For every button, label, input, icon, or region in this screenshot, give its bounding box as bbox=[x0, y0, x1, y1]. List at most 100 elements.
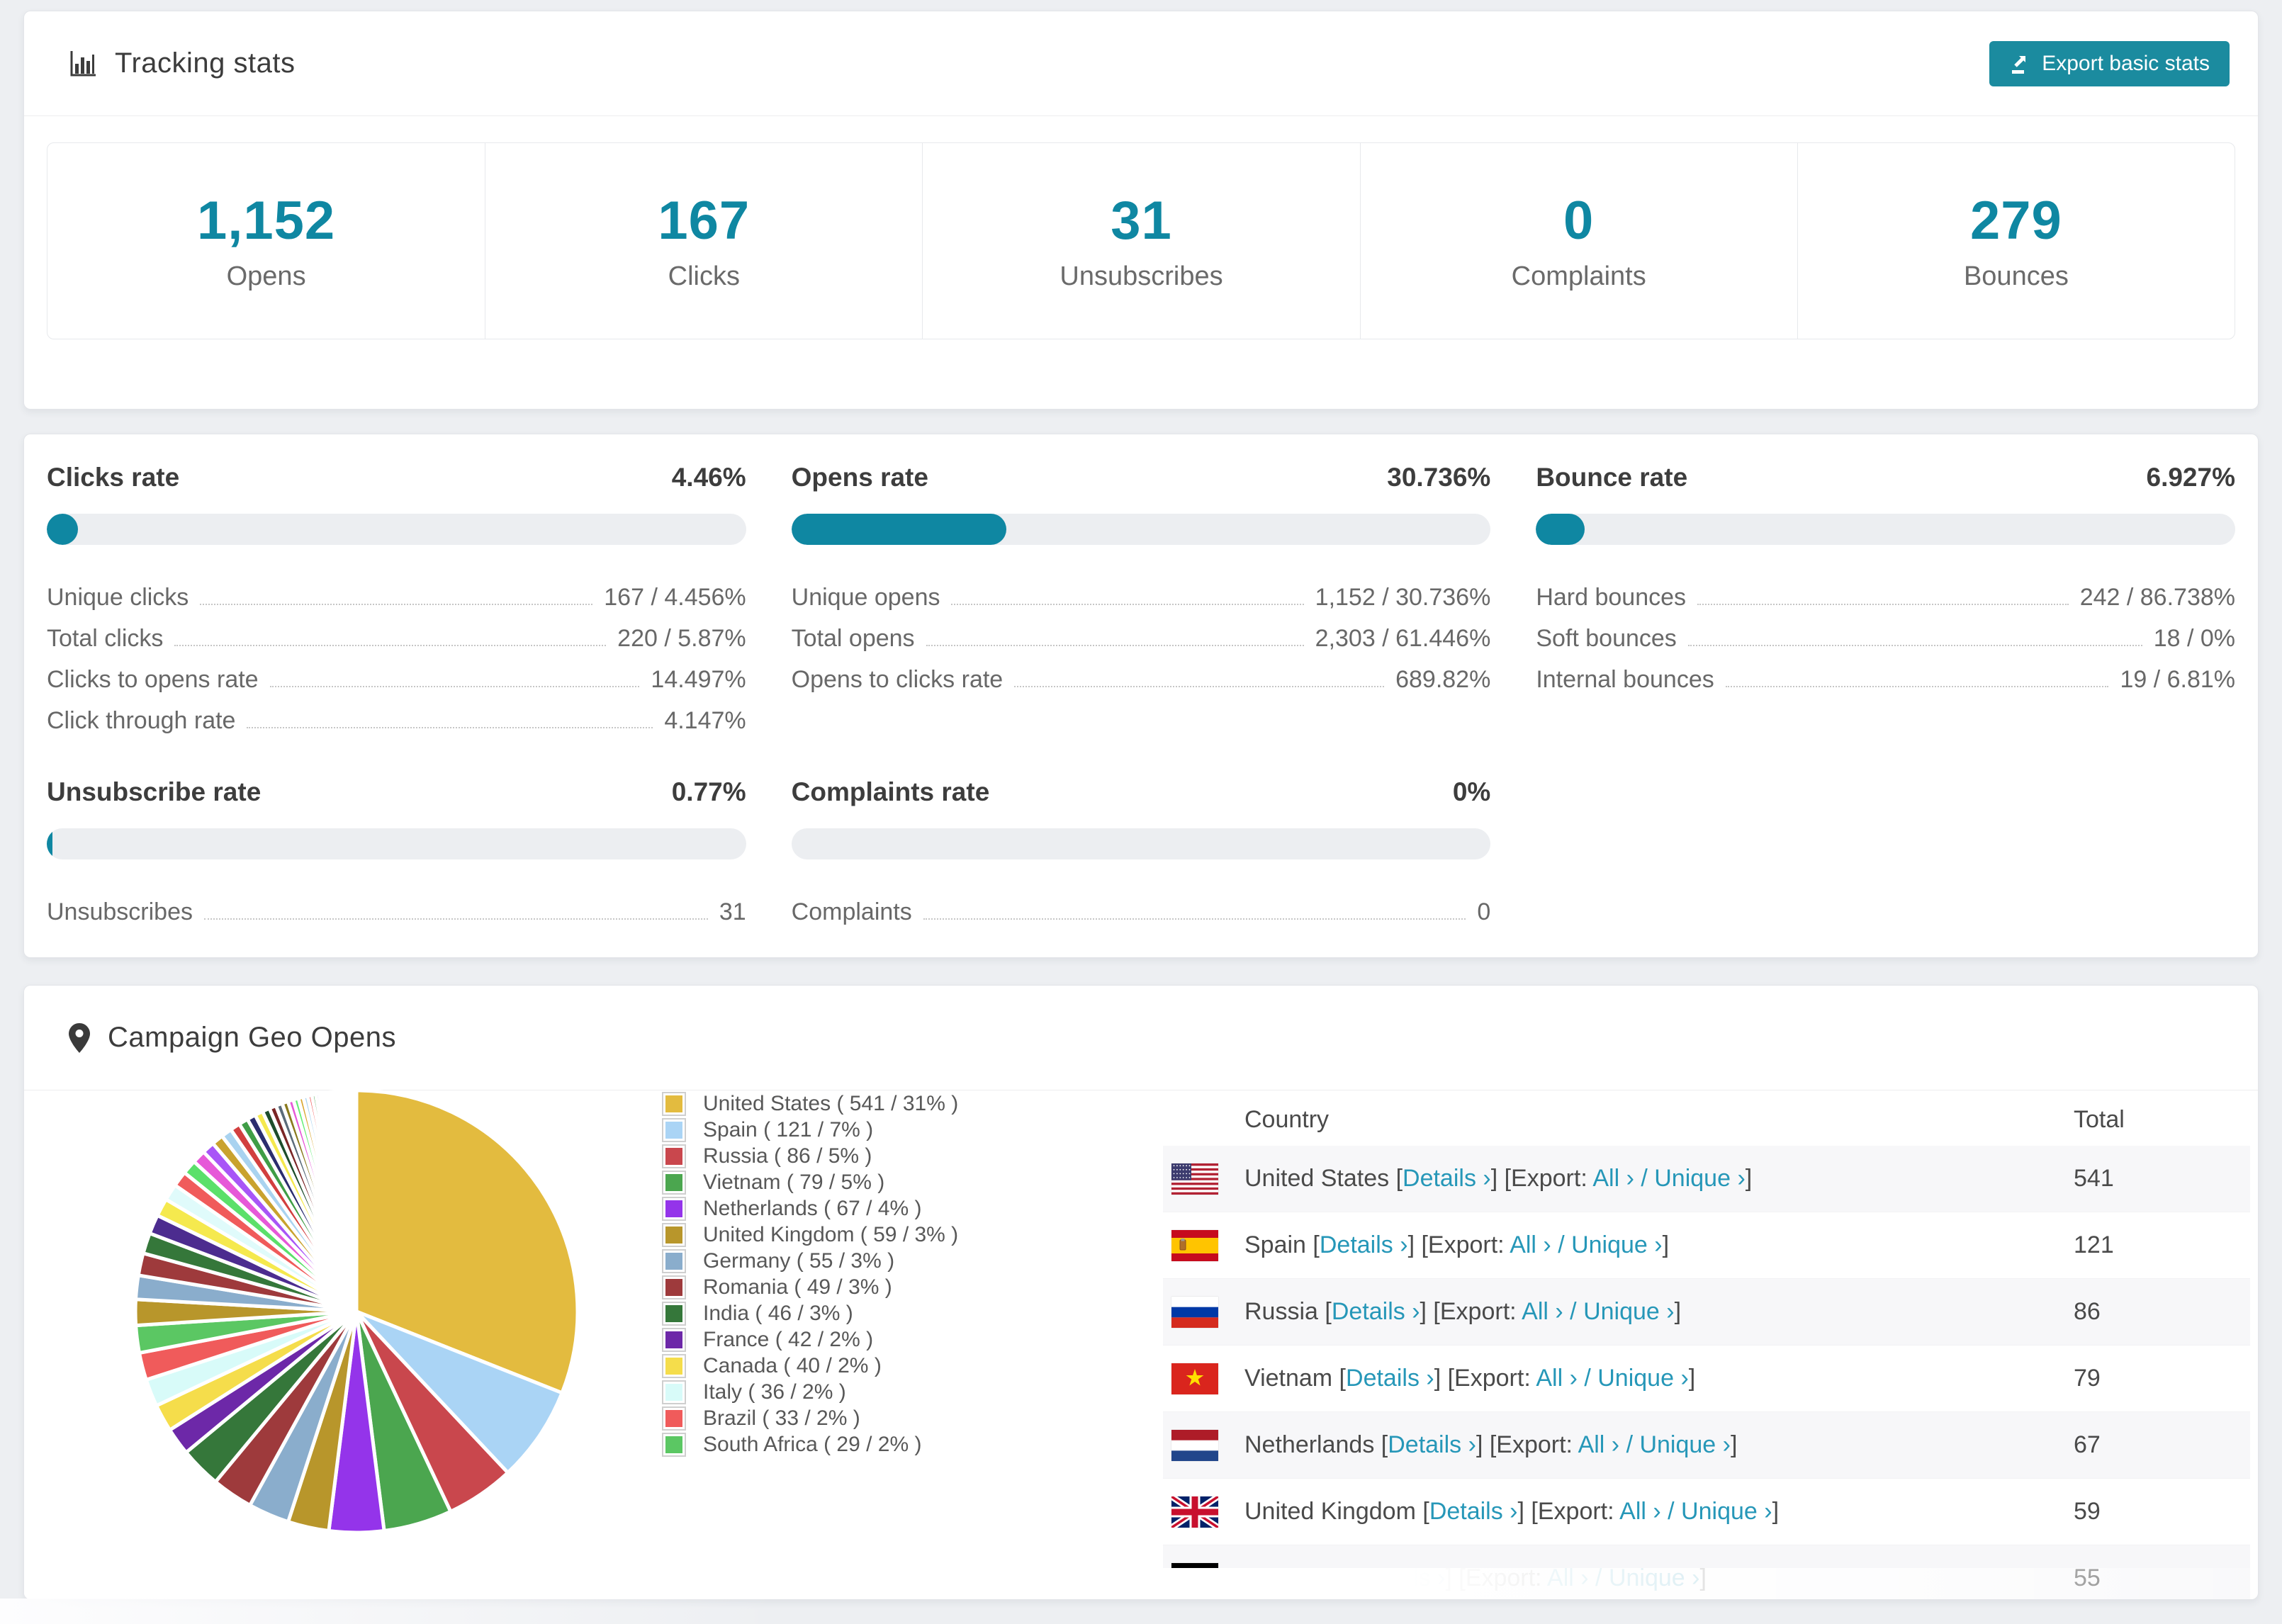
export-unique-link[interactable]: Unique › bbox=[1571, 1231, 1663, 1258]
country-name: Russia [ bbox=[1244, 1298, 1332, 1325]
legend-label: Romania ( 49 / 3% ) bbox=[703, 1275, 892, 1299]
summary-label: Opens bbox=[226, 261, 306, 291]
rate-stat-row: Opens to clicks rate 689.82% bbox=[792, 653, 1491, 694]
legend-label: United States ( 541 / 31% ) bbox=[703, 1091, 959, 1115]
legend-swatch bbox=[662, 1432, 686, 1457]
summary-label: Complaints bbox=[1511, 261, 1646, 291]
country-name: Vietnam [ bbox=[1244, 1365, 1347, 1392]
summary-value: 1,152 bbox=[197, 191, 336, 251]
export-all-link[interactable]: All › bbox=[1522, 1298, 1563, 1325]
legend-swatch bbox=[662, 1275, 686, 1299]
export-unique-link[interactable]: Unique › bbox=[1597, 1365, 1689, 1392]
legend-item-france[interactable]: France ( 42 / 2% ) bbox=[662, 1326, 958, 1353]
geo-title: Campaign Geo Opens bbox=[108, 1022, 397, 1053]
rates-card: Clicks rate 4.46% Unique clicks 167 / 4.456… bbox=[23, 434, 2259, 958]
country-cell: Russia [Details ›] [Export: All › / Uniq… bbox=[1244, 1298, 1682, 1325]
flag-icon-us bbox=[1171, 1163, 1218, 1195]
geo-table-row-spain: Spain [Details ›] [Export: All › / Uniqu… bbox=[1163, 1212, 2250, 1278]
legend-item-canada[interactable]: Canada ( 40 / 2% ) bbox=[662, 1353, 958, 1379]
export-all-link[interactable]: All › bbox=[1578, 1431, 1620, 1458]
summary-tile-clicks: 167 Clicks bbox=[485, 143, 922, 339]
rate-block-opens-rate: Opens rate 30.736% Unique opens 1,152 / 30.… bbox=[791, 463, 1491, 735]
details-link[interactable]: Details › bbox=[1346, 1365, 1434, 1392]
legend-swatch bbox=[662, 1091, 686, 1116]
dotted-leader bbox=[926, 645, 1304, 646]
rate-progress-bar bbox=[791, 828, 1491, 859]
legend-item-italy[interactable]: Italy ( 36 / 2% ) bbox=[662, 1379, 958, 1405]
geo-opens-pie-chart[interactable] bbox=[128, 1083, 585, 1540]
export-unique-link[interactable]: Unique › bbox=[1654, 1165, 1746, 1192]
total-cell: 86 bbox=[2074, 1298, 2101, 1325]
summary-value: 279 bbox=[1969, 191, 2062, 251]
rate-stat-row: Clicks to opens rate 14.497% bbox=[47, 653, 746, 694]
export-all-link[interactable]: All › bbox=[1592, 1165, 1634, 1192]
geo-table-header: Country Total bbox=[1163, 1094, 2250, 1146]
stat-value: 2,303 / 61.446% bbox=[1315, 625, 1491, 652]
legend-label: Italy ( 36 / 2% ) bbox=[703, 1380, 846, 1404]
legend-swatch bbox=[662, 1222, 686, 1247]
legend-item-russia[interactable]: Russia ( 86 / 5% ) bbox=[662, 1143, 958, 1169]
legend-swatch bbox=[662, 1248, 686, 1273]
legend-item-spain[interactable]: Spain ( 121 / 7% ) bbox=[662, 1117, 958, 1143]
legend-item-vietnam[interactable]: Vietnam ( 79 / 5% ) bbox=[662, 1169, 958, 1195]
rate-block-bounce-rate: Bounce rate 6.927% Hard bounces 242 / 86.73… bbox=[1536, 463, 2235, 735]
legend-swatch bbox=[662, 1380, 686, 1404]
rate-progress-bar bbox=[47, 514, 746, 545]
rate-progress-fill bbox=[1536, 514, 1585, 545]
stat-value: 1,152 / 30.736% bbox=[1315, 584, 1491, 611]
stat-label: Unsubscribes bbox=[47, 898, 193, 925]
stat-value: 19 / 6.81% bbox=[2120, 666, 2235, 693]
rate-stat-row: Hard bounces 242 / 86.738% bbox=[1536, 570, 2235, 611]
total-cell: 59 bbox=[2074, 1498, 2101, 1525]
summary-label: Bounces bbox=[1963, 261, 2069, 291]
summary-tile-bounces: 279 Bounces bbox=[1797, 143, 2235, 339]
stat-label: Unique opens bbox=[791, 584, 940, 611]
rate-stat-row: Click through rate 4.147% bbox=[47, 694, 746, 735]
summary-label: Clicks bbox=[668, 261, 740, 291]
rate-progress-bar bbox=[1536, 514, 2235, 545]
legend-item-germany[interactable]: Germany ( 55 / 3% ) bbox=[662, 1248, 958, 1274]
tracking-stats-card: Tracking stats Export basic stats 1,152 O… bbox=[23, 11, 2259, 410]
legend-item-netherlands[interactable]: Netherlands ( 67 / 4% ) bbox=[662, 1195, 958, 1222]
stat-label: Click through rate bbox=[47, 707, 236, 734]
dotted-leader bbox=[1697, 604, 2069, 605]
export-all-link[interactable]: All › bbox=[1619, 1498, 1661, 1525]
geo-header: Campaign Geo Opens bbox=[24, 986, 2258, 1090]
export-unique-link[interactable]: Unique › bbox=[1639, 1431, 1731, 1458]
geo-table-row-united-kingdom: United Kingdom [Details ›] [Export: All … bbox=[1163, 1478, 2250, 1545]
legend-label: Germany ( 55 / 3% ) bbox=[703, 1248, 895, 1273]
legend-item-india[interactable]: India ( 46 / 3% ) bbox=[662, 1300, 958, 1326]
summary-stats-row: 1,152 Opens 167 Clicks 31 Unsubscribes 0 Compla… bbox=[47, 142, 2235, 339]
column-header-total: Total bbox=[2074, 1106, 2125, 1133]
details-link[interactable]: Details › bbox=[1403, 1165, 1491, 1192]
details-link[interactable]: Details › bbox=[1429, 1498, 1518, 1525]
legend-swatch bbox=[662, 1406, 686, 1431]
rate-title: Complaints rate bbox=[791, 777, 990, 806]
legend-item-brazil[interactable]: Brazil ( 33 / 2% ) bbox=[662, 1405, 958, 1431]
legend-swatch bbox=[662, 1170, 686, 1195]
legend-swatch bbox=[662, 1117, 686, 1142]
legend-item-united-states[interactable]: United States ( 541 / 31% ) bbox=[662, 1090, 958, 1117]
dotted-leader bbox=[1725, 686, 2109, 687]
details-link[interactable]: Details › bbox=[1320, 1231, 1408, 1258]
legend-swatch bbox=[662, 1196, 686, 1221]
rate-progress-fill bbox=[791, 514, 1006, 545]
legend-item-romania[interactable]: Romania ( 49 / 3% ) bbox=[662, 1274, 958, 1300]
stat-value: 220 / 5.87% bbox=[617, 625, 746, 652]
details-link[interactable]: Details › bbox=[1388, 1431, 1476, 1458]
export-all-link[interactable]: All › bbox=[1536, 1365, 1578, 1392]
details-link[interactable]: Details › bbox=[1332, 1298, 1420, 1325]
geo-table-row-netherlands: Netherlands [Details ›] [Export: All › /… bbox=[1163, 1411, 2250, 1478]
export-unique-link[interactable]: Unique › bbox=[1681, 1498, 1772, 1525]
summary-value: 0 bbox=[1563, 191, 1595, 251]
export-unique-link[interactable]: Unique › bbox=[1583, 1298, 1675, 1325]
export-all-link[interactable]: All › bbox=[1510, 1231, 1551, 1258]
stat-value: 0 bbox=[1477, 898, 1491, 925]
legend-swatch bbox=[662, 1301, 686, 1326]
map-pin-icon bbox=[68, 1022, 91, 1054]
export-basic-stats-button[interactable]: Export basic stats bbox=[1989, 41, 2230, 86]
country-name: Spain [ bbox=[1244, 1231, 1320, 1258]
legend-label: Brazil ( 33 / 2% ) bbox=[703, 1406, 860, 1430]
legend-item-south-africa[interactable]: South Africa ( 29 / 2% ) bbox=[662, 1431, 958, 1457]
legend-item-united-kingdom[interactable]: United Kingdom ( 59 / 3% ) bbox=[662, 1222, 958, 1248]
